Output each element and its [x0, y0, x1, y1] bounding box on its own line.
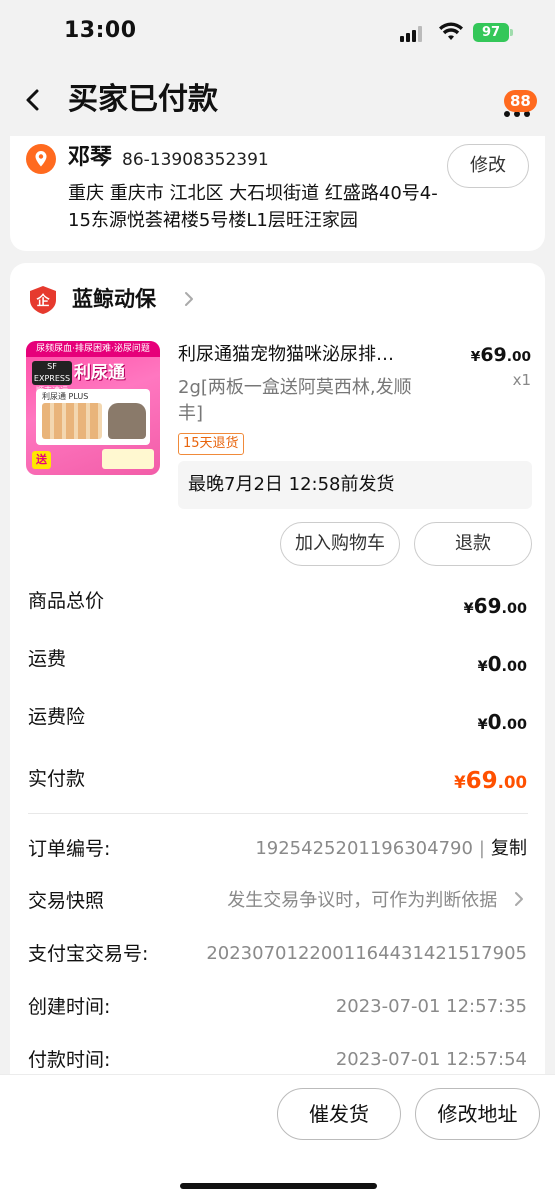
- created-time-value: 2023-07-01 12:57:35: [335, 996, 527, 1017]
- product-spec: 2g[两板一盒送阿莫西林,发顺丰]: [178, 377, 412, 424]
- order-number-value: 1925425201196304790: [255, 838, 473, 859]
- alipay-number-label: 支付宝交易号:: [28, 943, 149, 965]
- shipping-insurance-value: ¥0.00: [477, 710, 527, 734]
- urge-shipment-button[interactable]: 催发货: [277, 1088, 401, 1140]
- separator: |: [478, 838, 485, 859]
- chevron-right-icon: [515, 892, 523, 906]
- divider: [28, 813, 528, 814]
- product-title[interactable]: 利尿通猫宠物猫咪泌尿排…: [178, 341, 438, 369]
- return-policy-badge: 15天退货: [178, 433, 244, 455]
- product-image-box-label: 利尿通 PLUS: [42, 392, 89, 401]
- product-quantity: x1: [512, 371, 531, 389]
- snapshot-row[interactable]: 发生交易争议时，可作为判断依据: [227, 887, 527, 915]
- alipay-number-value: 2023070122001164431421517905: [206, 943, 527, 964]
- order-number-row: 1925425201196304790 | 复制: [255, 835, 527, 863]
- status-time: 13:00: [64, 18, 137, 43]
- shipping-fee-value: ¥0.00: [477, 652, 527, 676]
- nav-bar: 买家已付款 88: [0, 64, 555, 136]
- product-image[interactable]: 尿频尿血·排尿困难·泌尿问题 SF EXPRESS顺丰速运 利尿通 利尿通 PL…: [26, 341, 160, 475]
- subtotal-label: 商品总价: [28, 590, 105, 612]
- add-to-cart-button[interactable]: 加入购物车: [280, 522, 400, 566]
- bottom-action-bar: 催发货 修改地址: [0, 1074, 555, 1200]
- recipient-name: 邓琴: [68, 145, 113, 170]
- status-bar: 13:00 97: [0, 0, 555, 64]
- pill-blister-graphic: [42, 403, 102, 439]
- page-title: 买家已付款: [68, 82, 218, 117]
- created-time-label: 创建时间:: [28, 996, 111, 1018]
- paid-time-value: 2023-07-01 12:57:54: [335, 1049, 527, 1070]
- copy-order-number-button[interactable]: 复制: [491, 838, 527, 859]
- product-image-brand: SF EXPRESS顺丰速运: [32, 361, 72, 395]
- shipping-insurance-label: 运费险: [28, 706, 86, 728]
- order-number-label: 订单编号:: [28, 838, 111, 860]
- snapshot-label: 交易快照: [28, 890, 105, 912]
- paid-amount-value: ¥69.00: [454, 768, 527, 794]
- snapshot-value: 发生交易争议时，可作为判断依据: [227, 890, 498, 911]
- order-card: 企 蓝鲸动保 尿频尿血·排尿困难·泌尿问题 SF EXPRESS顺丰速运 利尿通…: [10, 263, 545, 1083]
- chevron-left-icon: [26, 89, 39, 111]
- address-card[interactable]: 邓琴 86-13908352391 重庆 重庆市 江北区 大石坝街道 红盛路40…: [10, 136, 545, 251]
- product-image-gift-tag: 送: [32, 451, 51, 469]
- recipient-phone: 86-13908352391: [122, 150, 269, 170]
- refund-button[interactable]: 退款: [414, 522, 532, 566]
- chevron-right-icon: [185, 292, 193, 306]
- notification-badge: 88: [504, 90, 537, 112]
- more-button[interactable]: 88: [496, 80, 546, 124]
- battery-icon: 97: [473, 23, 509, 42]
- shipping-deadline: 最晚7月2日 12:58前发货: [178, 461, 532, 509]
- home-indicator: [180, 1183, 377, 1189]
- location-pin-icon: [26, 144, 56, 174]
- gift-box-graphic: [102, 449, 154, 469]
- svg-text:企: 企: [35, 293, 50, 309]
- enterprise-shield-icon: 企: [30, 286, 56, 314]
- shipping-fee-label: 运费: [28, 648, 67, 670]
- shop-name[interactable]: 蓝鲸动保: [72, 283, 156, 315]
- product-image-banner: 尿频尿血·排尿困难·泌尿问题: [26, 341, 160, 357]
- product-image-box: 利尿通 PLUS: [36, 389, 150, 445]
- cat-photo-graphic: [108, 403, 146, 439]
- edit-address-button[interactable]: 修改: [447, 144, 529, 188]
- product-image-title: 利尿通: [74, 363, 125, 383]
- product-price: ¥69.00: [470, 344, 531, 366]
- address-text: 重庆 重庆市 江北区 大石坝街道 红盛路40号4-15东源悦荟裙楼5号楼L1层旺…: [68, 183, 438, 231]
- paid-time-label: 付款时间:: [28, 1049, 111, 1071]
- change-address-button[interactable]: 修改地址: [415, 1088, 540, 1140]
- wifi-icon: [439, 22, 463, 40]
- paid-amount-label: 实付款: [28, 768, 86, 790]
- cellular-signal-icon: [400, 26, 426, 42]
- battery-nub: [510, 29, 513, 36]
- back-button[interactable]: [18, 80, 50, 120]
- subtotal-value: ¥69.00: [463, 594, 527, 618]
